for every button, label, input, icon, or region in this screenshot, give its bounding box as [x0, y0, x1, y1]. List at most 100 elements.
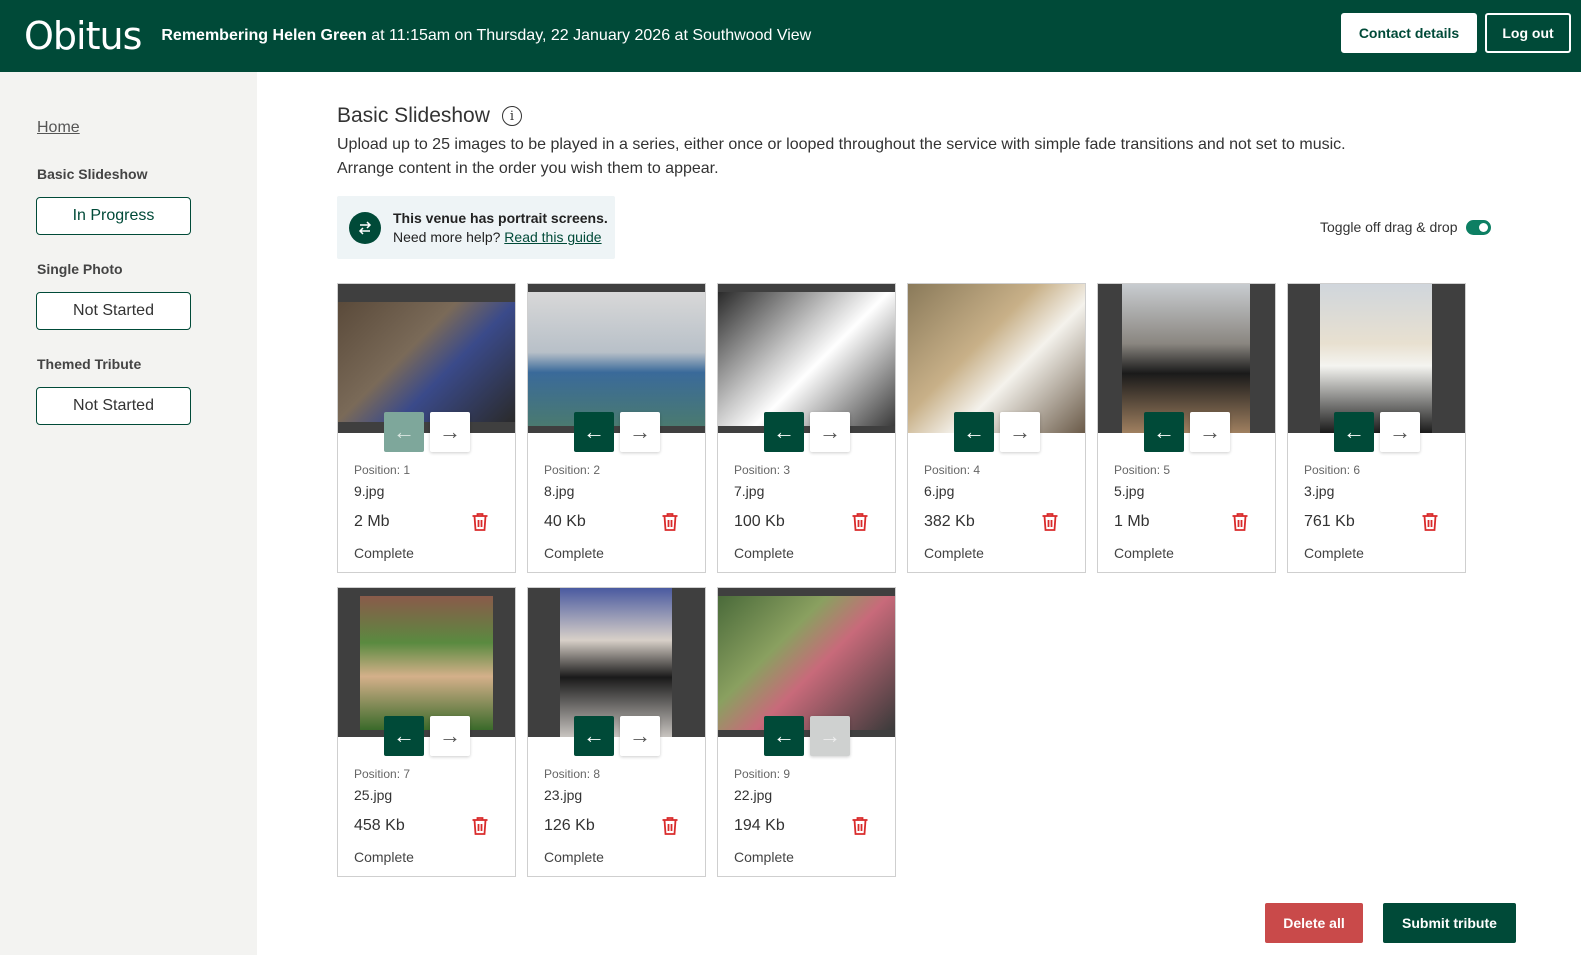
move-right-button[interactable]: →: [620, 412, 660, 452]
sidebar-label-single-photo: Single Photo: [37, 261, 123, 277]
image-card[interactable]: ← → Position: 6 3.jpg 761 Kb Complete: [1287, 283, 1466, 573]
image-card[interactable]: ← → Position: 3 7.jpg 100 Kb Complete: [717, 283, 896, 573]
trash-icon[interactable]: [661, 512, 679, 532]
card-status: Complete: [544, 849, 604, 865]
image-card[interactable]: ← → Position: 1 9.jpg 2 Mb Complete: [337, 283, 516, 573]
delete-all-button[interactable]: Delete all: [1265, 903, 1363, 943]
arrow-right-icon: →: [819, 419, 841, 444]
arrow-left-icon: ←: [583, 419, 605, 444]
card-position: Position: 2: [544, 463, 601, 477]
arrow-right-icon: →: [629, 723, 651, 748]
image-thumbnail-frame: [528, 284, 705, 433]
drag-drop-toggle-wrap: Toggle off drag & drop: [1320, 219, 1491, 235]
move-left-button[interactable]: ←: [954, 412, 994, 452]
info-icon[interactable]: i: [501, 106, 522, 126]
obitus-logo[interactable]: Obitus: [24, 14, 142, 58]
description-line-2: Arrange content in the order you wish th…: [337, 160, 719, 177]
move-left-button[interactable]: ←: [384, 412, 424, 452]
move-right-button[interactable]: →: [1190, 412, 1230, 452]
page-title-text: Basic Slideshow: [337, 104, 490, 127]
image-card[interactable]: ← → Position: 5 5.jpg 1 Mb Complete: [1097, 283, 1276, 573]
move-left-button[interactable]: ←: [574, 716, 614, 756]
image-thumbnail-frame: [338, 284, 515, 433]
card-filename: 9.jpg: [354, 483, 385, 499]
sidebar-status-basic-slideshow[interactable]: In Progress: [36, 197, 191, 235]
image-thumbnail: [560, 588, 672, 737]
move-right-button[interactable]: →: [620, 716, 660, 756]
arrow-left-icon: ←: [773, 723, 795, 748]
card-position: Position: 9: [734, 767, 791, 781]
move-right-button[interactable]: →: [810, 412, 850, 452]
read-guide-link[interactable]: Read this guide: [504, 229, 601, 245]
sidebar-status-themed-tribute[interactable]: Not Started: [36, 387, 191, 425]
sidebar-home-link[interactable]: Home: [37, 119, 80, 137]
image-card[interactable]: ← → Position: 9 22.jpg 194 Kb Complete: [717, 587, 896, 877]
logout-button[interactable]: Log out: [1485, 13, 1571, 53]
trash-icon[interactable]: [851, 512, 869, 532]
top-header: Obitus Remembering Helen Green at 11:15a…: [0, 0, 1581, 72]
trash-icon[interactable]: [1421, 512, 1439, 532]
drag-drop-toggle-label: Toggle off drag & drop: [1320, 219, 1458, 235]
sidebar-status-single-photo[interactable]: Not Started: [36, 292, 191, 330]
move-right-button[interactable]: →: [430, 716, 470, 756]
page-title: Basic Slideshow i: [337, 104, 522, 128]
trash-icon[interactable]: [1041, 512, 1059, 532]
service-title-name: Remembering Helen Green: [161, 27, 367, 44]
image-thumbnail: [528, 292, 705, 426]
move-right-button[interactable]: →: [430, 412, 470, 452]
image-card[interactable]: ← → Position: 2 8.jpg 40 Kb Complete: [527, 283, 706, 573]
image-thumbnail-frame: [1288, 284, 1465, 433]
toggle-knob: [1478, 222, 1488, 232]
arrow-left-icon: ←: [773, 419, 795, 444]
image-card[interactable]: ← → Position: 8 23.jpg 126 Kb Complete: [527, 587, 706, 877]
move-left-button[interactable]: ←: [1144, 412, 1184, 452]
service-title-details: at 11:15am on Thursday, 22 January 2026 …: [366, 27, 812, 44]
move-left-button[interactable]: ←: [1334, 412, 1374, 452]
card-filesize: 100 Kb: [734, 513, 785, 530]
card-filename: 23.jpg: [544, 787, 583, 803]
trash-icon[interactable]: [661, 816, 679, 836]
drag-drop-toggle[interactable]: [1465, 219, 1491, 235]
sidebar-label-basic-slideshow: Basic Slideshow: [37, 166, 148, 182]
trash-icon[interactable]: [471, 512, 489, 532]
move-left-button[interactable]: ←: [764, 716, 804, 756]
card-position: Position: 4: [924, 463, 981, 477]
portrait-notice: This venue has portrait screens. Need mo…: [337, 196, 615, 259]
card-filename: 5.jpg: [1114, 483, 1145, 499]
move-right-button[interactable]: →: [810, 716, 850, 756]
trash-icon[interactable]: [471, 816, 489, 836]
image-thumbnail: [360, 596, 493, 730]
image-thumbnail: [718, 596, 895, 730]
image-thumbnail: [1122, 284, 1250, 433]
image-card[interactable]: ← → Position: 7 25.jpg 458 Kb Complete: [337, 587, 516, 877]
image-thumbnail: [1320, 284, 1432, 433]
move-left-button[interactable]: ←: [384, 716, 424, 756]
card-status: Complete: [354, 849, 414, 865]
card-filename: 3.jpg: [1304, 483, 1335, 499]
card-filename: 6.jpg: [924, 483, 955, 499]
card-position: Position: 8: [544, 767, 601, 781]
image-card[interactable]: ← → Position: 4 6.jpg 382 Kb Complete: [907, 283, 1086, 573]
arrow-left-icon: ←: [1153, 419, 1175, 444]
sidebar: Home Basic Slideshow In Progress Single …: [0, 72, 257, 955]
trash-icon[interactable]: [1231, 512, 1249, 532]
card-status: Complete: [544, 545, 604, 561]
card-position: Position: 7: [354, 767, 411, 781]
card-status: Complete: [354, 545, 414, 561]
arrow-right-icon: →: [439, 419, 461, 444]
image-thumbnail: [908, 284, 1085, 433]
card-filesize: 194 Kb: [734, 817, 785, 834]
card-position: Position: 3: [734, 463, 791, 477]
contact-details-button[interactable]: Contact details: [1341, 13, 1477, 53]
card-filesize: 40 Kb: [544, 513, 586, 530]
move-right-button[interactable]: →: [1380, 412, 1420, 452]
sidebar-label-themed-tribute: Themed Tribute: [37, 356, 142, 372]
trash-icon[interactable]: [851, 816, 869, 836]
card-filesize: 126 Kb: [544, 817, 595, 834]
submit-tribute-button[interactable]: Submit tribute: [1383, 903, 1516, 943]
image-thumbnail-frame: [528, 588, 705, 737]
arrow-right-icon: →: [439, 723, 461, 748]
move-left-button[interactable]: ←: [574, 412, 614, 452]
move-left-button[interactable]: ←: [764, 412, 804, 452]
move-right-button[interactable]: →: [1000, 412, 1040, 452]
